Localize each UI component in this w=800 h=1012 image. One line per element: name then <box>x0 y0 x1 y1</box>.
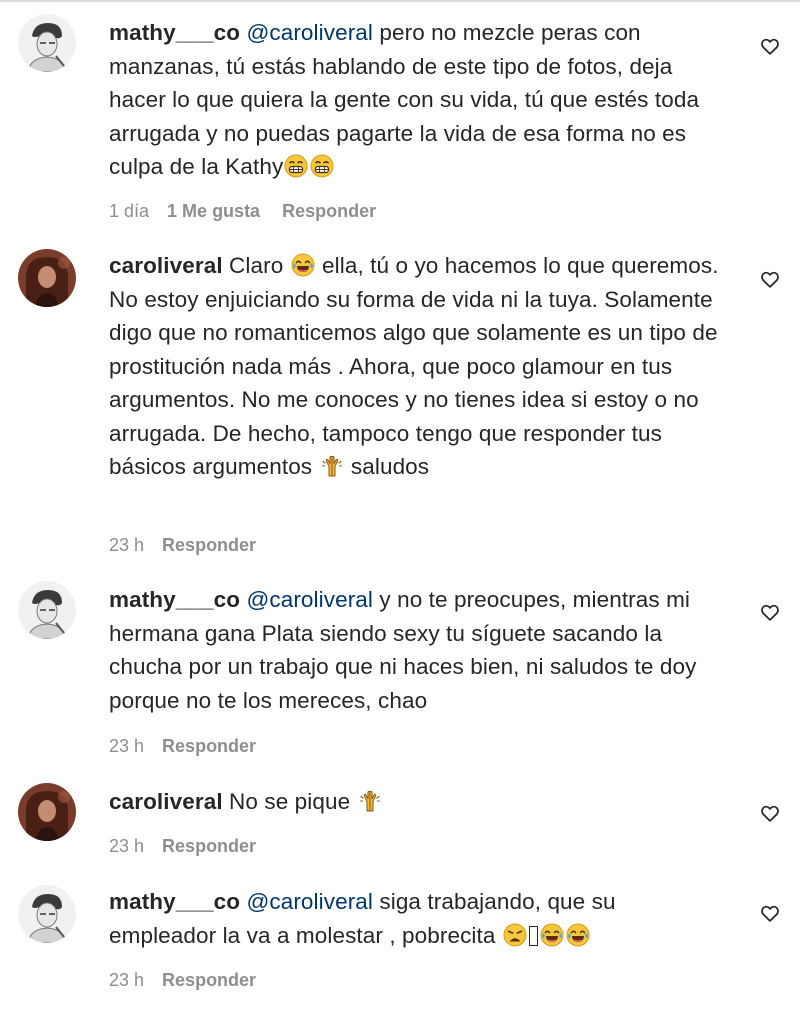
comment-meta: 23 h Responder <box>109 970 278 991</box>
comment-text: saludos <box>350 454 430 479</box>
comment-time[interactable]: 23 h <box>109 970 144 990</box>
raised-hands-emoji-icon <box>358 789 382 813</box>
comment-mention[interactable]: @caroliveral <box>246 889 373 914</box>
weary-face-emoji-icon <box>503 923 527 947</box>
comment-meta: 23 h Responder <box>109 535 278 556</box>
avatar[interactable] <box>18 249 76 307</box>
comment-username[interactable]: mathy___co <box>109 20 240 45</box>
comment-username[interactable]: mathy___co <box>109 587 240 612</box>
heart-outline-icon[interactable] <box>758 268 782 290</box>
comment-text: Claro <box>229 253 284 278</box>
comment-meta: 23 h Responder <box>109 736 278 757</box>
reply-button[interactable]: Responder <box>162 535 256 555</box>
face-with-tears-of-joy-emoji-icon <box>291 253 315 277</box>
reply-button[interactable]: Responder <box>162 970 256 990</box>
comment-mention[interactable]: @caroliveral <box>246 587 373 612</box>
face-with-tears-of-joy-emoji-icon <box>566 923 590 947</box>
comment-mention[interactable]: @caroliveral <box>246 20 373 45</box>
reply-button[interactable]: Responder <box>162 836 256 856</box>
comment-body: caroliveral No se pique <box>109 785 719 819</box>
comment-text: No se pique <box>229 789 351 814</box>
comment-body: mathy___co @caroliveral siga trabajando,… <box>109 885 719 952</box>
top-divider <box>0 0 800 2</box>
heart-outline-icon[interactable] <box>758 802 782 824</box>
avatar[interactable] <box>18 581 76 639</box>
reply-button[interactable]: Responder <box>282 201 376 221</box>
comment-time[interactable]: 1 día <box>109 201 149 221</box>
grimacing-face-emoji-icon <box>284 154 308 178</box>
comment-body: caroliveral Claro ella, tú o yo hacemos … <box>109 249 719 484</box>
comment-time[interactable]: 23 h <box>109 836 144 856</box>
comment-username[interactable]: caroliveral <box>109 789 223 814</box>
grimacing-face-emoji-icon <box>310 154 334 178</box>
reply-button[interactable]: Responder <box>162 736 256 756</box>
face-with-tears-of-joy-emoji-icon <box>540 923 564 947</box>
heart-outline-icon[interactable] <box>758 35 782 57</box>
comment-likes[interactable]: 1 Me gusta <box>167 201 260 221</box>
comment-body: mathy___co @caroliveral y no te preocupe… <box>109 583 719 717</box>
missing-glyph-icon <box>528 925 538 946</box>
comment-text: ella, tú o yo hacemos lo que queremos. N… <box>109 253 719 479</box>
comment-username[interactable]: caroliveral <box>109 253 223 278</box>
heart-outline-icon[interactable] <box>758 902 782 924</box>
raised-hands-emoji-icon <box>320 454 344 478</box>
comment-time[interactable]: 23 h <box>109 535 144 555</box>
avatar[interactable] <box>18 885 76 943</box>
avatar[interactable] <box>18 783 76 841</box>
comment-time[interactable]: 23 h <box>109 736 144 756</box>
comment-meta: 23 h Responder <box>109 836 278 857</box>
avatar[interactable] <box>18 14 76 72</box>
comment-body: mathy___co @caroliveral pero no mezcle p… <box>109 16 719 184</box>
comment-username[interactable]: mathy___co <box>109 889 240 914</box>
comment-meta: 1 día 1 Me gusta Responder <box>109 201 398 222</box>
heart-outline-icon[interactable] <box>758 601 782 623</box>
